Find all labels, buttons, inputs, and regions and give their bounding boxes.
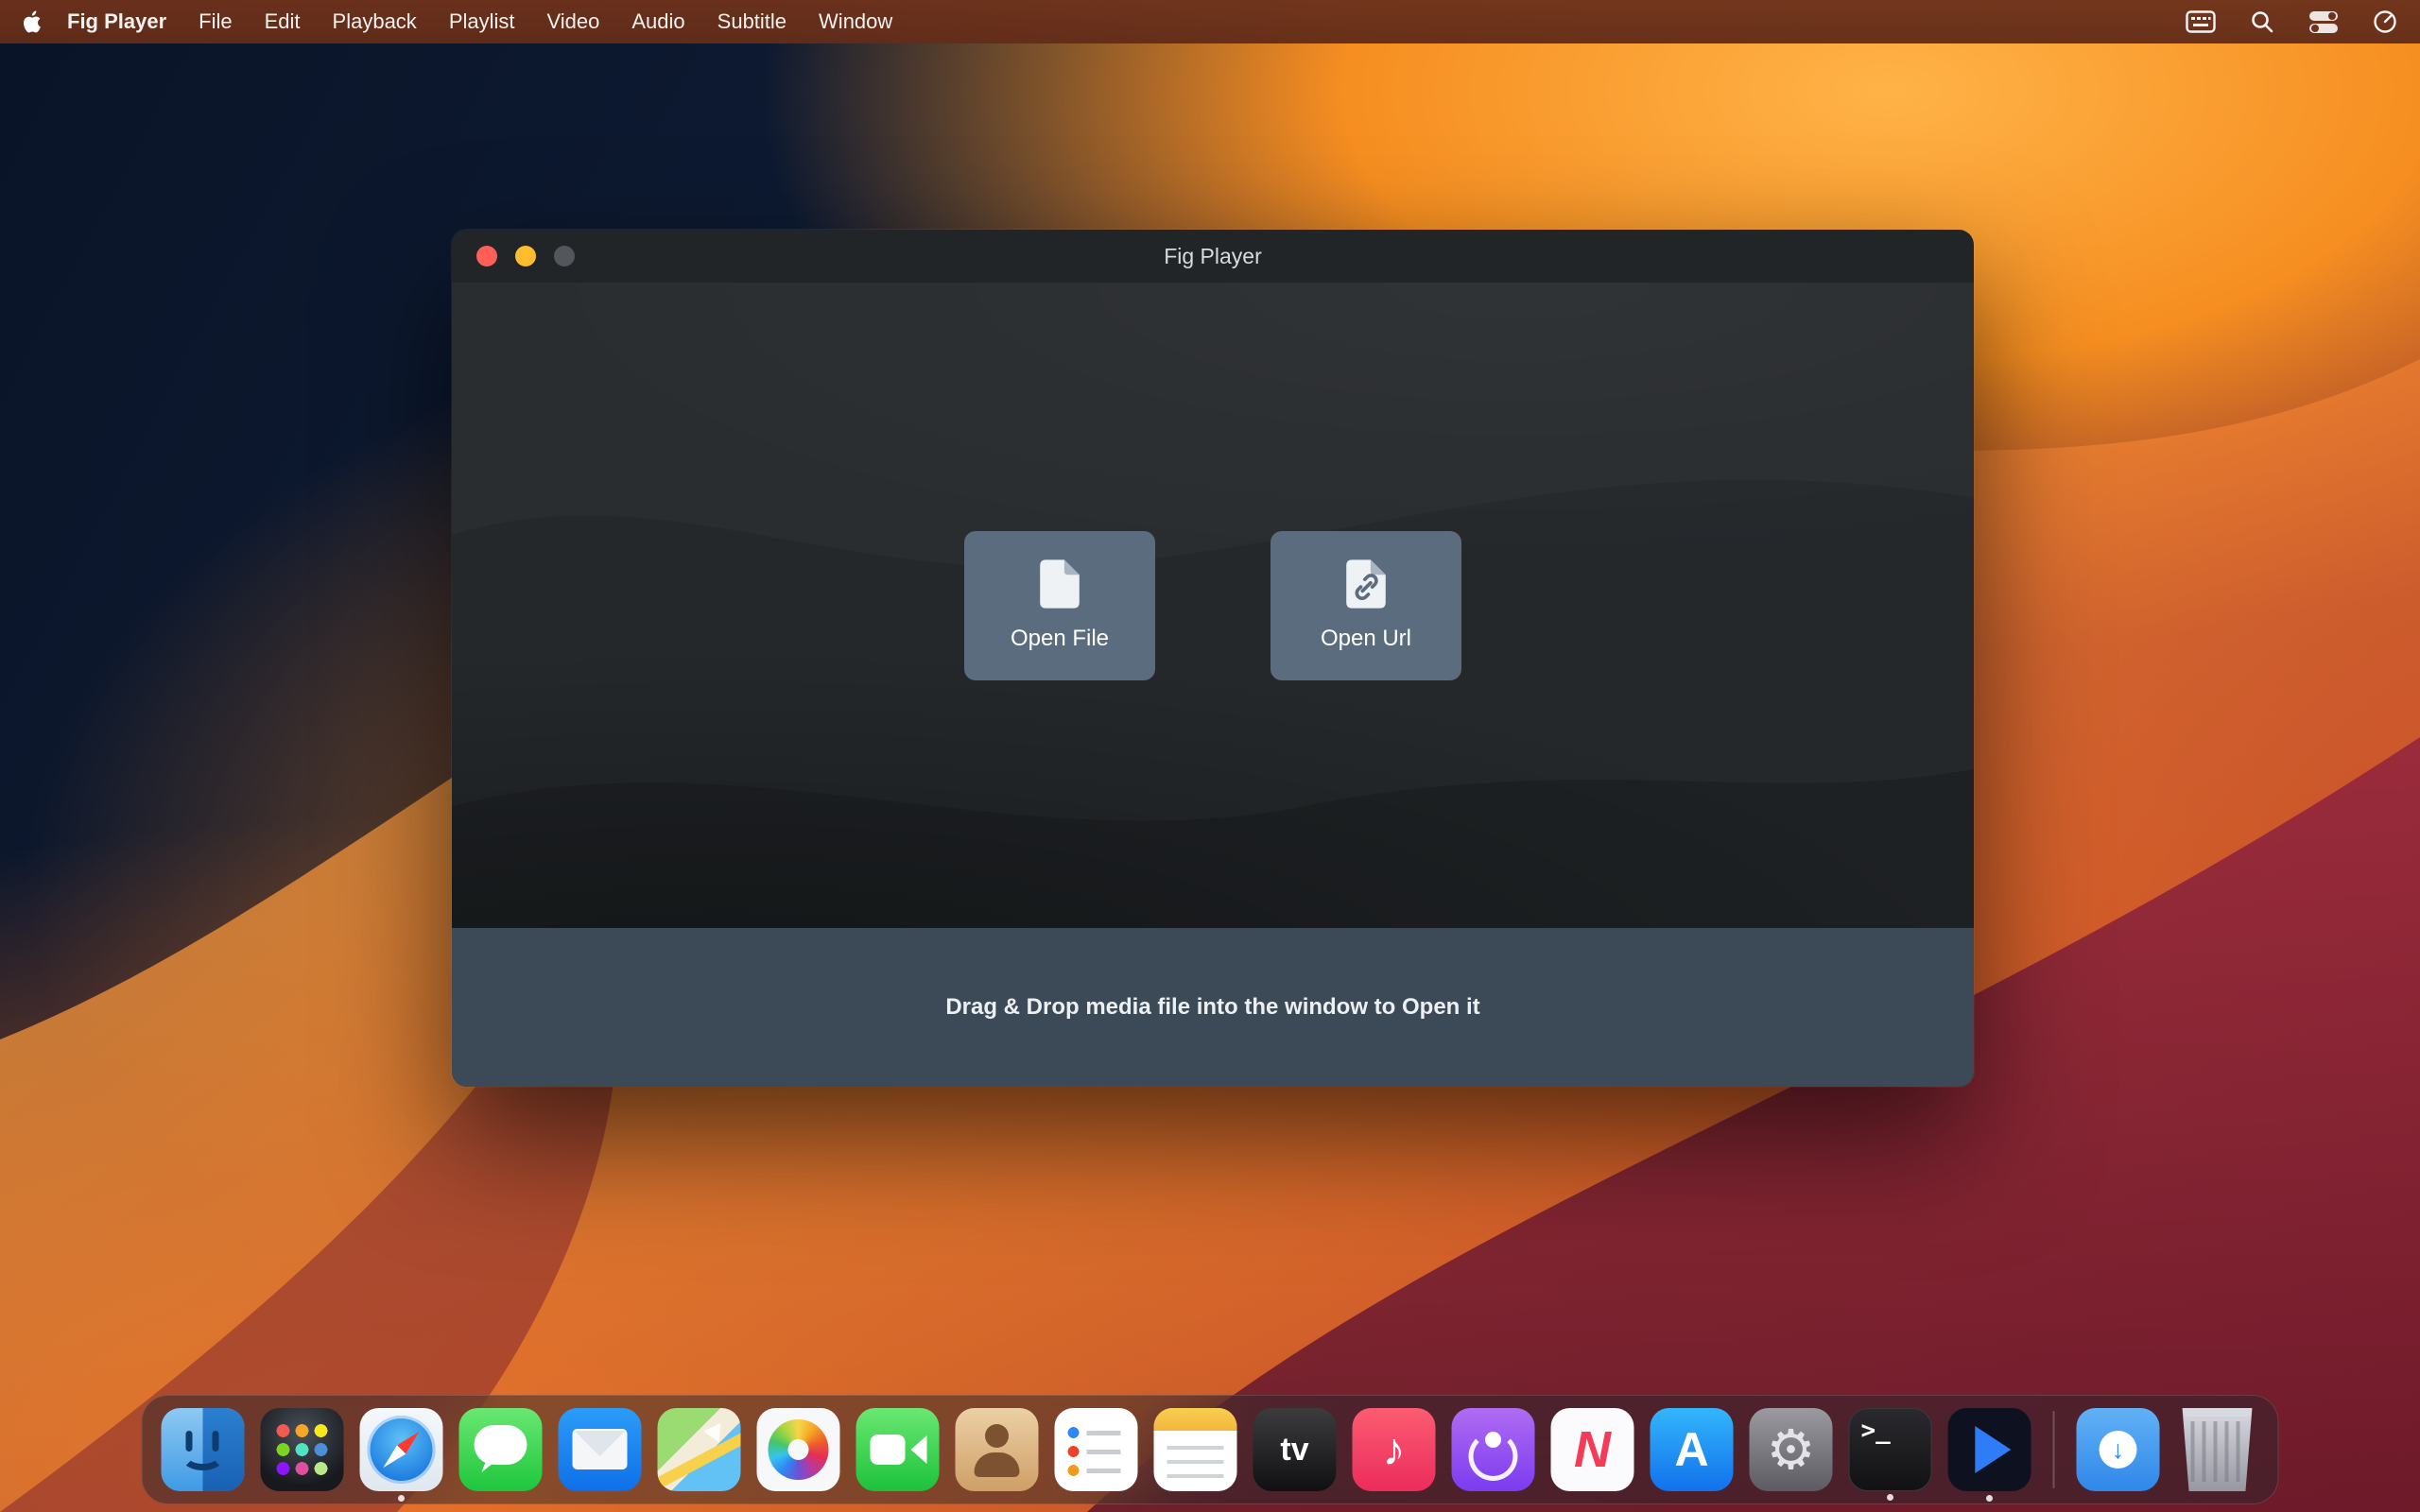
dock-item-mail[interactable] xyxy=(559,1408,642,1491)
dock-item-fig-player[interactable] xyxy=(1948,1408,2031,1491)
dock-item-contacts[interactable] xyxy=(956,1408,1039,1491)
dock-item-launchpad[interactable] xyxy=(261,1408,344,1491)
content-wave-decoration xyxy=(452,283,1974,928)
apple-logo-icon xyxy=(23,9,43,34)
dock-item-trash[interactable] xyxy=(2176,1408,2259,1491)
window-titlebar[interactable]: Fig Player xyxy=(452,230,1974,283)
dock-item-notes[interactable] xyxy=(1154,1408,1237,1491)
running-indicator xyxy=(398,1495,405,1502)
finder-smile xyxy=(182,1442,225,1470)
window-title: Fig Player xyxy=(1164,244,1262,269)
dock-item-photos[interactable] xyxy=(757,1408,840,1491)
drop-hint-text: Drag & Drop media file into the window t… xyxy=(945,994,1479,1021)
dock-item-terminal[interactable] xyxy=(1849,1408,1932,1491)
open-file-label: Open File xyxy=(1011,626,1109,652)
dock-item-downloads[interactable] xyxy=(2077,1408,2160,1491)
dock-item-system-settings[interactable] xyxy=(1750,1408,1833,1491)
dock-item-facetime[interactable] xyxy=(856,1408,940,1491)
drop-hint-bar: Drag & Drop media file into the window t… xyxy=(452,928,1974,1087)
file-document-icon xyxy=(1039,558,1080,610)
clock-icon[interactable] xyxy=(2373,9,2397,34)
open-url-button[interactable]: Open Url xyxy=(1270,531,1461,680)
apple-menu[interactable] xyxy=(23,9,43,34)
fig-player-window: Fig Player Open File xyxy=(452,230,1974,1087)
dock xyxy=(142,1395,2279,1504)
input-source-icon[interactable] xyxy=(2186,10,2216,33)
dock-item-news[interactable] xyxy=(1551,1408,1634,1491)
dock-item-maps[interactable] xyxy=(658,1408,741,1491)
menu-bar-status-area xyxy=(2186,9,2397,34)
window-content: Open File Open Url xyxy=(452,283,1974,928)
app-menu-title[interactable]: Fig Player xyxy=(51,9,182,34)
dock-item-tv[interactable] xyxy=(1253,1408,1337,1491)
open-file-button[interactable]: Open File xyxy=(964,531,1155,680)
link-document-icon xyxy=(1345,558,1387,610)
dock-item-finder[interactable] xyxy=(162,1408,245,1491)
menu-audio[interactable]: Audio xyxy=(615,9,700,34)
spotlight-search-icon[interactable] xyxy=(2250,9,2274,34)
running-indicator xyxy=(1887,1494,1893,1501)
close-button[interactable] xyxy=(476,246,497,266)
menu-subtitle[interactable]: Subtitle xyxy=(701,9,803,34)
menu-video[interactable]: Video xyxy=(531,9,616,34)
dock-item-app-store[interactable] xyxy=(1651,1408,1734,1491)
dock-item-safari[interactable] xyxy=(360,1408,443,1491)
dock-item-music[interactable] xyxy=(1353,1408,1436,1491)
menu-window[interactable]: Window xyxy=(803,9,908,34)
traffic-lights xyxy=(476,246,575,266)
running-indicator xyxy=(1986,1495,1993,1502)
menu-playlist[interactable]: Playlist xyxy=(433,9,531,34)
dock-item-podcasts[interactable] xyxy=(1452,1408,1535,1491)
menu-bar: Fig Player File Edit Playback Playlist V… xyxy=(0,0,2420,43)
dock-item-reminders[interactable] xyxy=(1055,1408,1138,1491)
menu-edit[interactable]: Edit xyxy=(249,9,317,34)
dock-separator xyxy=(2053,1411,2055,1488)
control-center-icon[interactable] xyxy=(2308,9,2339,34)
zoom-button[interactable] xyxy=(554,246,575,266)
dock-item-messages[interactable] xyxy=(459,1408,543,1491)
menu-playback[interactable]: Playback xyxy=(317,9,433,34)
menu-file[interactable]: File xyxy=(182,9,248,34)
minimize-button[interactable] xyxy=(515,246,536,266)
open-url-label: Open Url xyxy=(1321,626,1411,652)
